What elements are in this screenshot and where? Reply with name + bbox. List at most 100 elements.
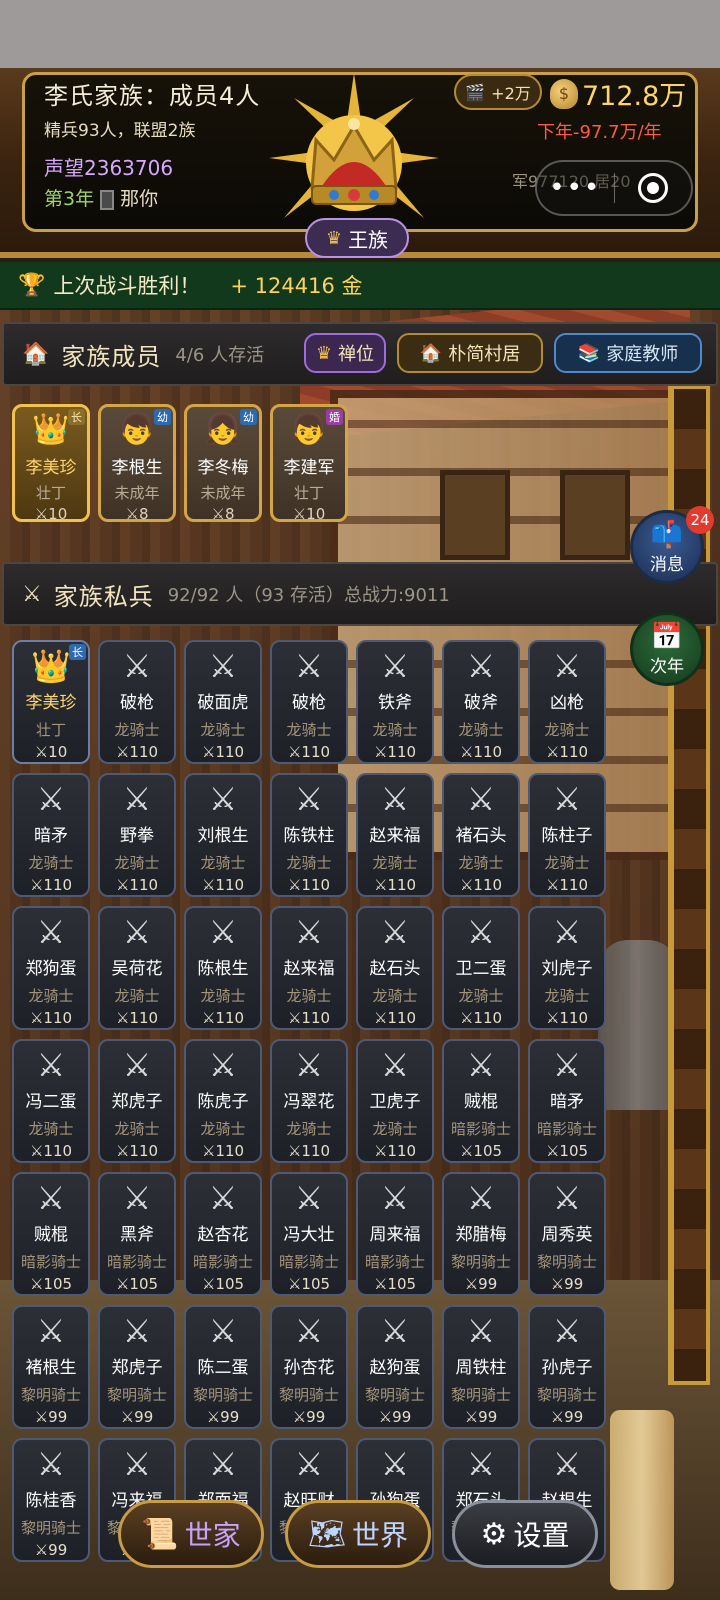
soldier-power: ⚔105 [29, 1275, 73, 1293]
soldier-card[interactable]: ⚔ 赵来福 龙骑士 ⚔110 [356, 773, 434, 897]
soldier-class: 黎明骑士 [192, 1386, 253, 1404]
soldier-card[interactable]: ⚔ 孙虎子 黎明骑士 ⚔99 [528, 1305, 606, 1429]
soldier-card[interactable]: ⚔ 暗矛 暗影骑士 ⚔105 [528, 1039, 606, 1163]
soldier-card[interactable]: ⚔ 黑斧 暗影骑士 ⚔105 [98, 1172, 176, 1296]
member-role: 壮丁 [35, 484, 66, 502]
soldier-card[interactable]: 长 👑 李美珍 壮丁 ⚔10 [12, 640, 90, 764]
soldier-card[interactable]: ⚔ 陈桂香 黎明骑士 ⚔99 [12, 1438, 90, 1562]
soldier-name: 刘根生 [197, 826, 249, 846]
member-name: 李根生 [111, 458, 163, 478]
soldier-card[interactable]: ⚔ 凶枪 龙骑士 ⚔110 [528, 640, 606, 764]
soldier-class: 暗影骑士 [278, 1253, 339, 1271]
nav-world-button[interactable]: 🗺 世界 [285, 1500, 431, 1568]
nav-settings-label: 设置 [513, 1519, 570, 1552]
nav-settings-button[interactable]: ⚙ 设置 [452, 1500, 598, 1568]
soldier-card[interactable]: ⚔ 破枪 龙骑士 ⚔110 [270, 640, 348, 764]
next-year-label: 次年 [650, 656, 684, 677]
soldier-card[interactable]: ⚔ 卫二蛋 龙骑士 ⚔110 [442, 906, 520, 1030]
soldier-name: 冯翠花 [283, 1092, 335, 1112]
soldier-card[interactable]: ⚔ 陈铁柱 龙骑士 ⚔110 [270, 773, 348, 897]
next-year-button[interactable]: 📅 次年 [630, 612, 704, 686]
soldier-power: ⚔105 [201, 1275, 245, 1293]
crossed-swords-icon: ⚔ [552, 1046, 582, 1084]
crossed-swords-icon: ⚔ [36, 1179, 66, 1217]
crossed-swords-icon: ⚔ [380, 1445, 410, 1483]
soldier-class: 龙骑士 [458, 854, 504, 872]
soldier-card[interactable]: ⚔ 陈二蛋 黎明骑士 ⚔99 [184, 1305, 262, 1429]
soldier-card[interactable]: ⚔ 冯翠花 龙骑士 ⚔110 [270, 1039, 348, 1163]
soldier-card[interactable]: ⚔ 褚根生 黎明骑士 ⚔99 [12, 1305, 90, 1429]
tutor-button[interactable]: 📚 家庭教师 [554, 333, 702, 373]
soldier-card[interactable]: ⚔ 孙杏花 黎明骑士 ⚔99 [270, 1305, 348, 1429]
soldier-class: 黎明骑士 [20, 1386, 81, 1404]
status-bar [0, 0, 720, 68]
soldier-card[interactable]: ⚔ 赵来福 龙骑士 ⚔110 [270, 906, 348, 1030]
soldier-card[interactable]: ⚔ 赵杏花 暗影骑士 ⚔105 [184, 1172, 262, 1296]
soldier-name: 郑虎子 [111, 1092, 163, 1112]
soldier-power: ⚔110 [545, 743, 589, 761]
crossed-swords-icon: ⚔ [122, 1179, 152, 1217]
crossed-swords-icon: ⚔ [122, 1445, 152, 1483]
member-tag: 婚 [326, 409, 343, 425]
soldier-name: 吴荷花 [111, 959, 163, 979]
soldier-card[interactable]: ⚔ 冯二蛋 龙骑士 ⚔110 [12, 1039, 90, 1163]
soldier-card[interactable]: ⚔ 铁斧 龙骑士 ⚔110 [356, 640, 434, 764]
soldier-power: ⚔110 [115, 1009, 159, 1027]
member-name: 李美珍 [25, 458, 77, 478]
battle-message: 上次战斗胜利！ [53, 274, 201, 298]
soldier-power: ⚔105 [545, 1142, 589, 1160]
soldier-card[interactable]: ⚔ 破面虎 龙骑士 ⚔110 [184, 640, 262, 764]
soldier-card[interactable]: ⚔ 赵石头 龙骑士 ⚔110 [356, 906, 434, 1030]
soldier-card[interactable]: ⚔ 陈柱子 龙骑士 ⚔110 [528, 773, 606, 897]
video-bonus-button[interactable]: 🎬 +2万 [454, 74, 542, 110]
member-card[interactable]: 婚 👦 李建军 壮丁 ⚔10 [270, 404, 348, 523]
crossed-swords-icon: ⚔ [466, 1445, 496, 1483]
soldier-card[interactable]: ⚔ 刘根生 龙骑士 ⚔110 [184, 773, 262, 897]
soldier-card[interactable]: ⚔ 周秀英 黎明骑士 ⚔99 [528, 1172, 606, 1296]
soldier-card[interactable]: ⚔ 陈虎子 龙骑士 ⚔110 [184, 1039, 262, 1163]
residence-button[interactable]: 🏠 朴简村居 [397, 333, 543, 373]
rank-badge[interactable]: ♛ 王族 [305, 218, 409, 258]
soldier-power: ⚔110 [459, 876, 503, 894]
residence-label: 朴简村居 [448, 344, 521, 365]
soldier-name: 冯大壮 [283, 1225, 335, 1245]
house-icon: 🏠 [419, 342, 443, 364]
crossed-swords-icon: ⚔ [208, 1179, 238, 1217]
close-miniprogram-button[interactable] [614, 173, 691, 203]
member-card[interactable]: 幼 👧 李冬梅 未成年 ⚔8 [184, 404, 262, 523]
soldier-name: 野拳 [120, 826, 154, 846]
soldier-card[interactable]: ⚔ 郑虎子 黎明骑士 ⚔99 [98, 1305, 176, 1429]
soldier-card[interactable]: ⚔ 褚石头 龙骑士 ⚔110 [442, 773, 520, 897]
unread-count-badge: 24 [686, 506, 714, 534]
nav-family-button[interactable]: 📜 世家 [118, 1500, 264, 1568]
soldier-card[interactable]: ⚔ 冯大壮 暗影骑士 ⚔105 [270, 1172, 348, 1296]
member-card[interactable]: 长 👑 李美珍 壮丁 ⚔10 [12, 404, 90, 523]
soldier-card[interactable]: ⚔ 暗矛 龙骑士 ⚔110 [12, 773, 90, 897]
soldier-card[interactable]: ⚔ 野拳 龙骑士 ⚔110 [98, 773, 176, 897]
soldier-card[interactable]: ⚔ 破斧 龙骑士 ⚔110 [442, 640, 520, 764]
soldier-card[interactable]: ⚔ 陈根生 龙骑士 ⚔110 [184, 906, 262, 1030]
abdicate-button[interactable]: ♛ 禅位 [304, 333, 386, 373]
soldier-card[interactable]: ⚔ 赵狗蛋 黎明骑士 ⚔99 [356, 1305, 434, 1429]
crossed-swords-icon: ⚔ [22, 581, 42, 607]
soldier-card[interactable]: ⚔ 周来福 暗影骑士 ⚔105 [356, 1172, 434, 1296]
soldier-card[interactable]: ⚔ 吴荷花 龙骑士 ⚔110 [98, 906, 176, 1030]
soldier-class: 龙骑士 [372, 987, 418, 1005]
soldier-card[interactable]: ⚔ 贼棍 暗影骑士 ⚔105 [12, 1172, 90, 1296]
more-menu-button[interactable]: ••• [537, 173, 614, 203]
member-card[interactable]: 幼 👦 李根生 未成年 ⚔8 [98, 404, 176, 523]
soldier-card[interactable]: ⚔ 郑腊梅 黎明骑士 ⚔99 [442, 1172, 520, 1296]
soldier-card[interactable]: ⚔ 刘虎子 龙骑士 ⚔110 [528, 906, 606, 1030]
soldier-card[interactable]: ⚔ 破枪 龙骑士 ⚔110 [98, 640, 176, 764]
soldier-card[interactable]: ⚔ 贼棍 暗影骑士 ⚔105 [442, 1039, 520, 1163]
soldier-card[interactable]: ⚔ 卫虎子 龙骑士 ⚔110 [356, 1039, 434, 1163]
soldier-class: 龙骑士 [28, 1120, 74, 1138]
soldier-card[interactable]: ⚔ 郑狗蛋 龙骑士 ⚔110 [12, 906, 90, 1030]
soldier-name: 孙虎子 [541, 1358, 593, 1378]
crossed-swords-icon: ⚔ [466, 780, 496, 818]
member-tag: 幼 [154, 409, 171, 425]
soldier-card[interactable]: ⚔ 郑虎子 龙骑士 ⚔110 [98, 1039, 176, 1163]
soldier-name: 赵狗蛋 [369, 1358, 421, 1378]
soldier-card[interactable]: ⚔ 周铁柱 黎明骑士 ⚔99 [442, 1305, 520, 1429]
private-army-header: ⚔ 家族私兵 92/92 人（93 存活）总战力:9011 [2, 562, 718, 626]
